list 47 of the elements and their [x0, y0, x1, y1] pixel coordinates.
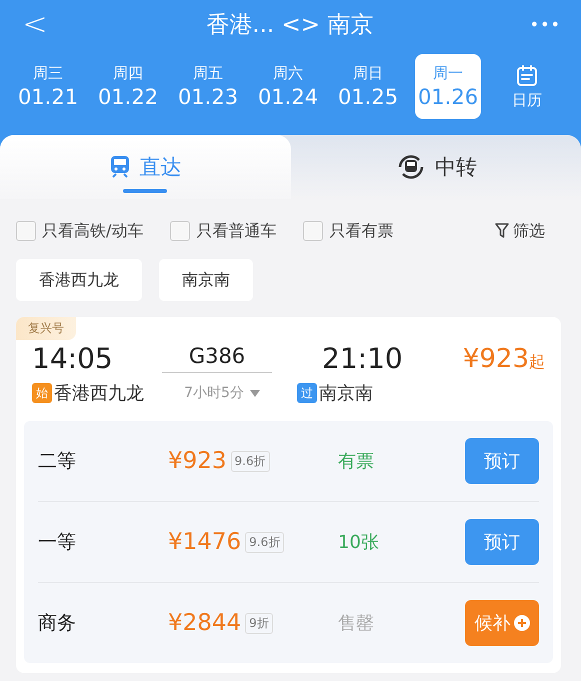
- mode-tab[interactable]: 中转: [290, 135, 581, 199]
- seat-availability: 10张: [338, 531, 379, 554]
- seat-availability: 售罄: [338, 612, 374, 635]
- date-tab[interactable]: 周三 01.21: [8, 54, 88, 119]
- page-title: 香港... <> 南京: [206, 10, 374, 40]
- more-button[interactable]: •••: [530, 14, 561, 34]
- filter-checkbox[interactable]: 只看有票: [303, 220, 394, 242]
- discount-tag: 9.6折: [245, 532, 284, 552]
- date-tab[interactable]: 周四 01.22: [88, 54, 168, 119]
- duration-toggle[interactable]: 7小时5分: [167, 384, 277, 402]
- seat-class: 二等: [38, 449, 77, 474]
- seat-availability: 有票: [338, 450, 374, 473]
- arrive-time: 21:10: [322, 342, 404, 375]
- seat-price: ¥2844: [168, 610, 242, 636]
- book-button[interactable]: 预订: [465, 519, 539, 565]
- filter-button[interactable]: 筛选: [495, 220, 545, 242]
- train-number: G386: [162, 344, 272, 373]
- station-chip[interactable]: 香港西九龙: [16, 259, 142, 301]
- train-icon: [109, 155, 132, 179]
- discount-tag: 9折: [245, 612, 273, 634]
- train-type-badge: 复兴号: [16, 317, 76, 340]
- seat-class: 商务: [38, 611, 77, 636]
- filter-icon: [495, 223, 509, 239]
- date-tab[interactable]: 周六 01.24: [248, 54, 328, 119]
- pass-tag: 过: [297, 383, 317, 403]
- station-chip[interactable]: 南京南: [159, 259, 253, 301]
- calendar-button[interactable]: 日历: [481, 64, 573, 110]
- filter-checkbox[interactable]: 只看高铁/动车: [16, 220, 144, 242]
- destination-station: 南京南: [319, 382, 373, 405]
- seat-price: ¥1476: [168, 529, 242, 555]
- date-tab[interactable]: 周日 01.25: [328, 54, 408, 119]
- depart-time: 14:05: [32, 342, 114, 375]
- seat-class: 一等: [38, 530, 77, 555]
- filter-checkbox[interactable]: 只看普通车: [170, 220, 276, 242]
- date-tab[interactable]: 周五 01.23: [168, 54, 248, 119]
- book-button[interactable]: 预订: [465, 438, 539, 484]
- start-tag: 始: [32, 383, 52, 403]
- date-tab[interactable]: 周一 01.26: [415, 54, 481, 119]
- seat-price: ¥923: [168, 448, 227, 474]
- origin-station: 香港西九龙: [54, 382, 144, 405]
- waitlist-button[interactable]: 候补: [465, 600, 539, 646]
- lowest-price: ¥923起: [462, 344, 545, 374]
- calendar-icon: [515, 64, 539, 88]
- mode-tab[interactable]: 直达: [0, 135, 290, 199]
- discount-tag: 9.6折: [230, 450, 270, 472]
- plus-icon: [514, 615, 530, 631]
- back-button[interactable]: <: [20, 6, 50, 42]
